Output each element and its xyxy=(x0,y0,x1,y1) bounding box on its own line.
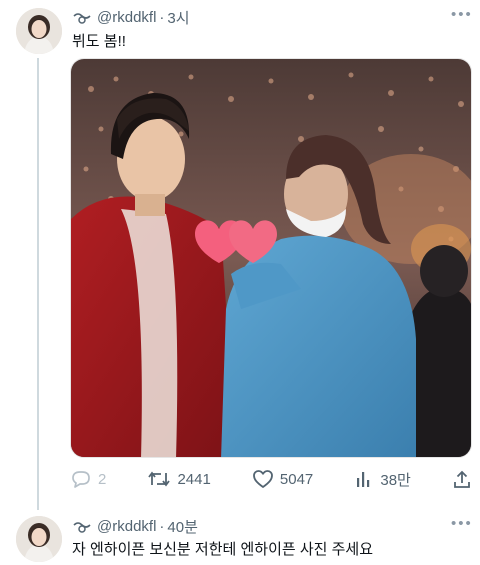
retweet-count: 2441 xyxy=(177,470,211,488)
dot-separator: · xyxy=(159,9,165,26)
avatar[interactable] xyxy=(16,8,62,54)
more-options-icon[interactable]: ••• xyxy=(451,515,473,532)
more-options-icon[interactable]: ••• xyxy=(451,6,473,23)
tweet-text: 자 엔하이픈 보신분 저한테 엔하이픈 사진 주세요 xyxy=(72,541,374,558)
share-button[interactable] xyxy=(452,469,472,489)
share-icon xyxy=(452,469,472,489)
tweet-actions-bar: 2 2441 5047 38만 xyxy=(70,466,472,492)
reply-count: 2 xyxy=(98,470,107,488)
view-count: 38만 xyxy=(380,471,411,489)
thread-connector-line xyxy=(37,58,39,510)
retweet-icon xyxy=(147,469,171,489)
heart-icon xyxy=(252,469,274,489)
reply-icon xyxy=(70,469,92,489)
like-count: 5047 xyxy=(279,470,314,488)
retweet-button[interactable]: 2441 xyxy=(147,469,211,489)
reply-button[interactable]: 2 xyxy=(70,469,106,489)
dot-separator: · xyxy=(159,518,165,535)
views-chart-icon xyxy=(354,469,374,489)
tweet-text: 뷔도 봄!! xyxy=(72,33,126,50)
tilde-eye-icon xyxy=(72,520,92,534)
views-button[interactable]: 38만 xyxy=(354,469,411,490)
timestamp[interactable]: 40분 xyxy=(167,516,198,537)
tweet-header: @rkddkfl · 40분 xyxy=(72,516,198,537)
timestamp[interactable]: 3시 xyxy=(167,7,189,28)
like-button[interactable]: 5047 xyxy=(252,469,313,489)
author-handle[interactable]: @rkddkfl xyxy=(97,518,156,535)
tilde-eye-icon xyxy=(72,11,92,25)
tweet-header: @rkddkfl · 3시 xyxy=(72,7,190,28)
author-handle[interactable]: @rkddkfl xyxy=(97,9,156,26)
avatar[interactable] xyxy=(16,516,62,562)
tweet-photo[interactable] xyxy=(70,58,472,458)
